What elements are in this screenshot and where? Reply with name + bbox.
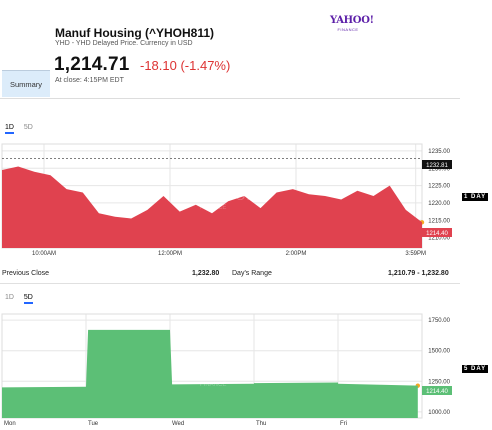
range-label-1day: 1 DAY xyxy=(462,193,489,201)
logo-subtext: FINANCE xyxy=(337,27,359,32)
y-tick-label: 1215.00 xyxy=(428,218,450,224)
x-tick-label: Mon xyxy=(4,421,16,427)
yahoo-finance-logo[interactable]: YAHOO! FINANCE xyxy=(330,15,374,32)
days-range-value: 1,210.79 - 1,232.80 xyxy=(388,270,449,277)
x-tick-label: 10:00AM xyxy=(32,251,56,257)
chart2-range-tabs: 1D 5D xyxy=(5,294,41,304)
x-axis: 10:00AM 12:00PM 2:00PM 3:59PM xyxy=(32,251,426,257)
x-tick-label: 3:59PM xyxy=(405,251,426,257)
divider xyxy=(0,283,460,284)
watermark-text: YAHOO! xyxy=(195,189,251,204)
prev-close-value: 1,232.80 xyxy=(192,270,220,277)
y-tick-label: 1220.00 xyxy=(428,201,450,207)
y-tick-label: 1235.00 xyxy=(428,149,450,155)
watermark-subtext: FINANCE xyxy=(200,205,226,211)
prev-close-badge-text: 1232.81 xyxy=(426,163,448,169)
y-tick-label: 1000.00 xyxy=(428,410,450,416)
tab-5d[interactable]: 5D xyxy=(24,124,33,131)
close-time: At close: 4:15PM EDT xyxy=(55,77,124,84)
intraday-chart[interactable]: 1235.001230.001225.001220.001215.001210.… xyxy=(0,140,460,260)
current-price: 1,214.71 xyxy=(54,54,130,75)
tab-1d[interactable]: 1D xyxy=(5,124,14,134)
x-tick-label: Tue xyxy=(88,421,99,427)
y-tick-label: 1750.00 xyxy=(428,318,450,324)
y-tick-label: 1225.00 xyxy=(428,184,450,190)
y-tick-label: 1250.00 xyxy=(428,379,450,385)
price-change: -18.10 (-1.47%) xyxy=(140,58,231,73)
last-price-badge-text: 1214.40 xyxy=(426,389,448,395)
x-tick-label: Fri xyxy=(340,421,347,427)
last-price-badge-text: 1214.40 xyxy=(426,231,448,237)
divider xyxy=(0,98,460,99)
range-label-5day: 5 DAY xyxy=(462,365,489,373)
watermark-subtext: FINANCE xyxy=(200,382,226,388)
tab-summary[interactable]: Summary xyxy=(2,70,50,97)
page-title: Manuf Housing (^YHOH811) xyxy=(55,26,215,40)
x-axis: Mon Tue Wed Thu Fri xyxy=(4,421,347,427)
tab-1d[interactable]: 1D xyxy=(5,294,14,301)
prev-close-label: Previous Close xyxy=(2,270,50,277)
x-tick-label: Wed xyxy=(172,421,184,427)
logo-text: YAHOO! xyxy=(330,15,374,26)
y-tick-label: 1500.00 xyxy=(428,349,450,355)
five-day-chart[interactable]: 1750.00 1500.00 1250.00 1000.00 Mon Tue Wed Th… xyxy=(0,310,460,430)
x-tick-label: 2:00PM xyxy=(286,251,307,257)
x-tick-label: 12:00PM xyxy=(158,251,182,257)
watermark-text: YAHOO! xyxy=(195,366,251,381)
last-price-badge: 1214.40 xyxy=(422,228,452,237)
prev-close-badge: 1232.81 xyxy=(422,160,452,169)
quote-header: Manuf Housing (^YHOH811) YHD - YHD Delay… xyxy=(0,0,492,100)
last-price-badge: 1214.40 xyxy=(422,386,452,395)
chart1-range-tabs: 1D 5D xyxy=(5,124,41,134)
x-tick-label: Thu xyxy=(256,421,266,427)
tab-5d[interactable]: 5D xyxy=(23,294,33,304)
quote-subtitle: YHD - YHD Delayed Price. Currency in USD xyxy=(55,40,193,47)
y-axis: 1750.00 1500.00 1250.00 1000.00 xyxy=(428,318,450,416)
days-range-label: Day's Range xyxy=(232,270,272,277)
